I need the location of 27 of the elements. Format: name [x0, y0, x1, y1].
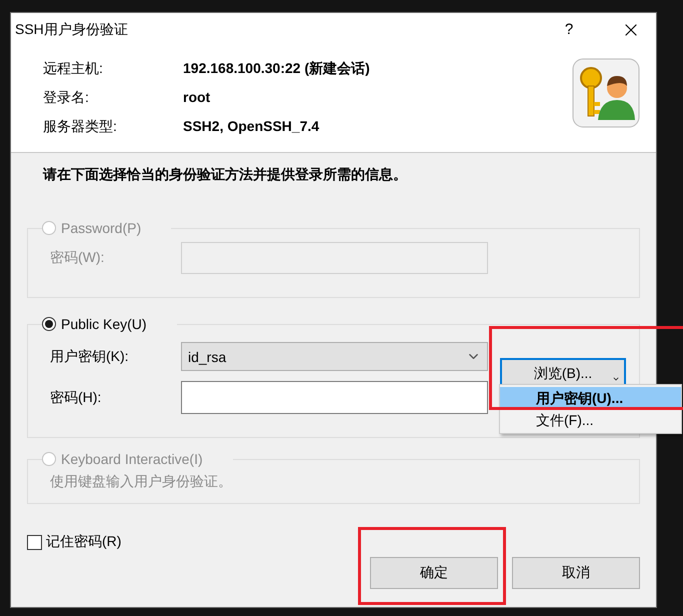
- radio-label: Keyboard Interactive(I): [61, 451, 203, 467]
- info-value: 192.168.100.30:22 (新建会话): [183, 59, 371, 78]
- menu-item[interactable]: 用户密钥(U)...: [500, 387, 681, 409]
- window-title: SSH用户身份验证: [15, 20, 129, 38]
- field-label: 用户密钥(K):: [50, 348, 130, 366]
- info-value: SSH2, OpenSSH_7.4: [183, 117, 320, 136]
- radio-button[interactable]: [42, 317, 56, 331]
- info-value: root: [183, 88, 212, 107]
- checkbox-label: 记住密码(R): [46, 533, 122, 551]
- remember-checkbox[interactable]: [27, 534, 42, 550]
- help-button[interactable]: ?: [554, 21, 584, 38]
- field-label: 密码(H):: [50, 388, 102, 406]
- dialog-button[interactable]: 取消: [512, 557, 640, 589]
- radio-label: Password(P): [61, 220, 142, 236]
- info-label: 登录名:: [43, 88, 90, 107]
- instruction-text: 请在下面选择恰当的身份验证方法并提供登录所需的信息。: [42, 166, 408, 184]
- method-description: 使用键盘输入用户身份验证。: [49, 473, 233, 491]
- password-field[interactable]: [181, 381, 488, 414]
- caret-icon: [612, 375, 620, 383]
- radio-label: Public Key(U): [61, 316, 147, 332]
- field-label: 密码(W):: [50, 249, 106, 267]
- info-label: 远程主机:: [43, 59, 104, 78]
- key-dropdown[interactable]: id_rsa: [181, 342, 488, 371]
- dialog-button[interactable]: 确定: [370, 557, 498, 589]
- menu-item[interactable]: 文件(F)...: [500, 409, 681, 431]
- key-user-icon: [572, 58, 640, 128]
- info-label: 服务器类型:: [43, 117, 118, 136]
